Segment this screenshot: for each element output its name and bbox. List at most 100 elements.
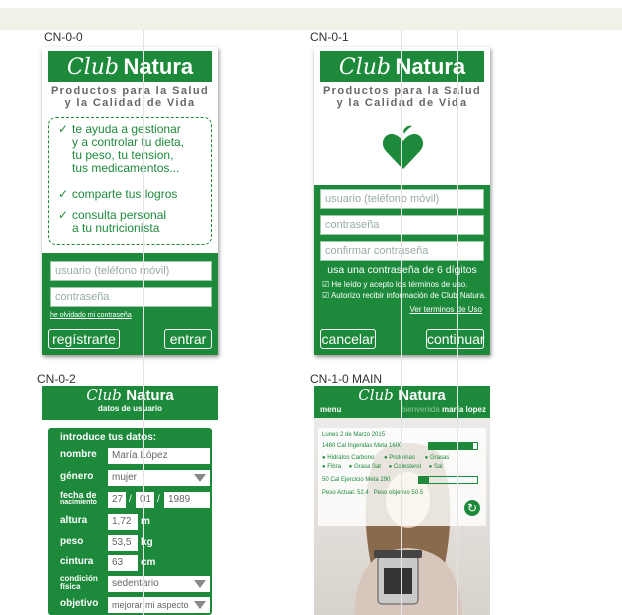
- tagline-line1: Productos para la Salud: [50, 85, 210, 97]
- frame-label-cn10: CN-1-0 MAIN: [310, 372, 383, 386]
- login-screen: Club Natura Productos para la Salud y la…: [42, 47, 218, 355]
- dropdown-arrow-icon[interactable]: [194, 601, 206, 609]
- nutrient-item: ● Grasa Sat: [348, 464, 381, 470]
- weight-summary: Peso Actual: 52.4 Peso objetivo 50.5: [322, 490, 423, 496]
- profile-screen: Club Natura datos de usuario introduce t…: [42, 386, 218, 615]
- frame-label-cn00: CN-0-0: [44, 30, 83, 44]
- brand-logo: Club Natura: [42, 387, 218, 404]
- birthdate-label-line1: fecha de: [60, 490, 97, 500]
- feature-item: ✓ comparte tus logros: [58, 188, 212, 201]
- guide-line: [401, 30, 402, 615]
- confirm-password-input[interactable]: confirmar contraseña: [320, 241, 484, 261]
- calorie-intake-text: 1460 Cal Ingeridas Meta 1600: [322, 443, 403, 449]
- waist-label: cintura: [60, 556, 94, 567]
- gender-row: género mujer: [52, 470, 216, 486]
- name-row: nombre María López: [52, 448, 216, 464]
- goal-row: objetivo mejorar mi aspecto: [52, 597, 216, 613]
- exercise-text: 50 Cal Ejercicio Meta 290: [322, 477, 391, 483]
- checkbox-checked-icon[interactable]: ☑: [322, 291, 329, 300]
- weight-label: peso: [60, 536, 84, 547]
- feature-item: ✓ te ayuda a gestionar y a controlar tu …: [58, 123, 212, 175]
- nutrient-label: Colesterol: [393, 464, 421, 470]
- tagline: Productos para la Salud y la Calidad de …: [42, 85, 218, 109]
- register-button[interactable]: regístrarte: [48, 329, 120, 349]
- daily-summary-card: Lunes 2 de Marzo 2015 1460 Cal Ingeridas…: [318, 428, 486, 526]
- terms-link[interactable]: Ver terminos de Uso: [410, 305, 482, 314]
- date-separator: /: [129, 494, 132, 505]
- forgot-password-link[interactable]: he olvidado mi contraseña: [50, 312, 132, 319]
- frame-label-cn01: CN-0-1: [310, 30, 349, 44]
- refresh-icon[interactable]: ↻: [464, 500, 480, 516]
- fitness-value: sedentario: [112, 578, 159, 589]
- feature-text: consulta personal a tu nutricionista: [72, 208, 166, 235]
- marketing-checkbox-row[interactable]: ☑ Autorizo recibir información de Club N…: [322, 291, 486, 300]
- gender-label: género: [60, 471, 94, 482]
- dropdown-arrow-icon[interactable]: [194, 474, 206, 482]
- terms-checkbox-label: He leído y acepto los términos de uso.: [331, 280, 468, 289]
- dropdown-arrow-icon[interactable]: [194, 580, 206, 588]
- password-input[interactable]: contraseña: [50, 287, 212, 307]
- checkbox-checked-icon[interactable]: ☑: [322, 280, 329, 289]
- main-screen: Club Natura menu bienvenida maría lopez …: [314, 386, 490, 615]
- waist-field[interactable]: 63: [108, 555, 138, 571]
- goal-weight: Peso objetivo 50.5: [373, 490, 424, 496]
- nutrient-item: ● Proteínas: [384, 455, 415, 461]
- current-weight: Peso Actual: 52.4: [322, 490, 369, 496]
- logo-natura: Natura: [123, 54, 194, 79]
- fitness-label: condición física: [60, 575, 98, 591]
- password-input[interactable]: contraseña: [320, 215, 484, 235]
- terms-checkbox-row[interactable]: ☑ He leído y acepto los términos de uso.: [322, 280, 467, 289]
- gender-select[interactable]: mujer: [108, 470, 210, 486]
- register-screen: Club Natura Productos para la Salud y la…: [314, 47, 490, 355]
- birth-year-field[interactable]: 1989: [164, 492, 210, 508]
- logo-natura: Natura: [395, 54, 466, 79]
- birthdate-label-line2: nacimiento: [60, 499, 97, 506]
- birthdate-row: fecha de nacimiento 27 / 01 / 1989: [52, 490, 216, 510]
- brand-logo: Club Natura: [48, 51, 212, 82]
- user-name: maría lopez: [441, 405, 486, 414]
- user-input[interactable]: usuario (teléfono móvil): [50, 261, 212, 281]
- main-header: Club Natura menu bienvenida maría lopez: [314, 386, 490, 418]
- nutrient-item: ● Grasas: [424, 455, 450, 461]
- tagline-line2: y la Calidad de Vida: [64, 97, 196, 109]
- check-icon: ✓: [58, 187, 69, 201]
- goal-select[interactable]: mejorar mi aspecto: [108, 597, 210, 613]
- nutrient-label: Fibra: [327, 464, 341, 470]
- birth-month-field[interactable]: 01: [136, 492, 154, 508]
- logo-club: Club: [358, 386, 394, 404]
- nutrient-label: Proteínas: [389, 455, 415, 461]
- welcome-label: bienvenida: [401, 405, 440, 414]
- screen-subtitle: datos de usuario: [97, 404, 162, 413]
- name-field[interactable]: María López: [108, 448, 210, 464]
- nutrient-label: Sal: [433, 464, 443, 470]
- brand-logo: Club Natura: [314, 387, 490, 404]
- summary-date: Lunes 2 de Marzo 2015: [322, 432, 386, 438]
- nutrient-label: Grasa Sat: [353, 464, 381, 470]
- tagline-line2: y la Calidad de Vida: [336, 97, 468, 109]
- register-form-panel: usuario (teléfono móvil) contraseña conf…: [314, 185, 490, 355]
- brand-logo: Club Natura: [320, 51, 484, 82]
- tagline-line1: Productos para la Salud: [322, 85, 482, 97]
- login-form-panel: usuario (teléfono móvil) contraseña he o…: [42, 253, 218, 355]
- password-hint: usa una contraseña de 6 dígitos: [327, 264, 477, 276]
- enter-button[interactable]: entrar: [164, 329, 212, 349]
- feature-text: te ayuda a gestionar y a controlar tu di…: [72, 122, 185, 175]
- tagline: Productos para la Salud y la Calidad de …: [314, 85, 490, 109]
- nutrient-label: Hidratos Carbono: [327, 455, 375, 461]
- height-row: altura 1,72 m: [52, 514, 216, 530]
- cancel-button[interactable]: cancelar: [320, 329, 376, 349]
- height-field[interactable]: 1,72: [108, 514, 138, 530]
- nutrient-item: ● Sal: [428, 464, 443, 470]
- calorie-intake-fill: [429, 443, 473, 449]
- exercise-bar: [418, 476, 478, 484]
- feature-item: ✓ consulta personal a tu nutricionista: [58, 209, 212, 235]
- user-input[interactable]: usuario (teléfono móvil): [320, 189, 484, 209]
- weight-field[interactable]: 53,5: [108, 535, 138, 551]
- birthdate-label: fecha de nacimiento: [60, 491, 97, 507]
- menu-button[interactable]: menu: [320, 405, 341, 414]
- continue-button[interactable]: continuar: [426, 329, 485, 349]
- birth-day-field[interactable]: 27: [108, 492, 126, 508]
- nutrient-legend: ● Hidratos Carbono ● Proteínas ● Grasas …: [322, 454, 482, 472]
- goal-value: mejorar mi aspecto: [112, 600, 189, 610]
- fitness-select[interactable]: sedentario: [108, 576, 210, 592]
